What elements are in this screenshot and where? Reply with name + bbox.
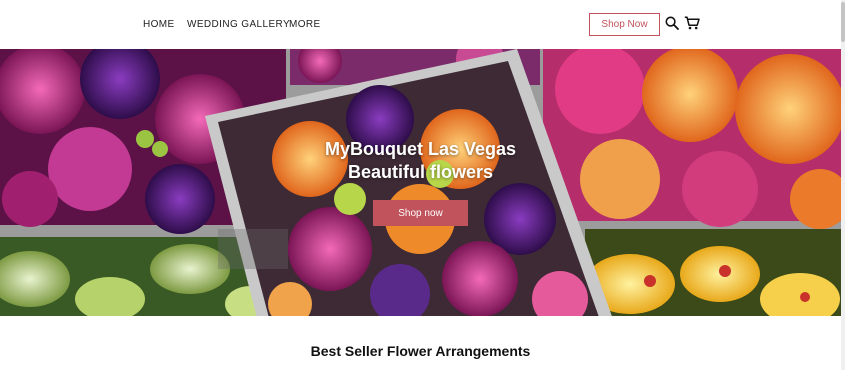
hero-banner: MyBouquet Las Vegas Beautiful flowers Sh… [0,49,841,316]
cart-icon[interactable] [684,16,700,30]
header-shop-now-button[interactable]: Shop Now [589,13,660,36]
site-header: HOME WEDDING GALLERY MORE Shop Now [0,0,845,49]
nav-more-link[interactable]: MORE [289,19,321,30]
hero-title-line-1: MyBouquet Las Vegas [324,139,517,159]
best-seller-section-title: Best Seller Flower Arrangements [310,343,531,359]
page-scrollbar[interactable] [841,0,845,370]
nav-wedding-gallery-link[interactable]: WEDDING GALLERY [187,19,290,30]
nav-home-link[interactable]: HOME [143,19,175,30]
search-icon[interactable] [665,16,679,30]
hero-title-line-2: Beautiful flowers [347,162,494,182]
hero-shop-now-button[interactable]: Shop now [373,200,468,226]
page-scrollbar-thumb[interactable] [841,2,845,42]
